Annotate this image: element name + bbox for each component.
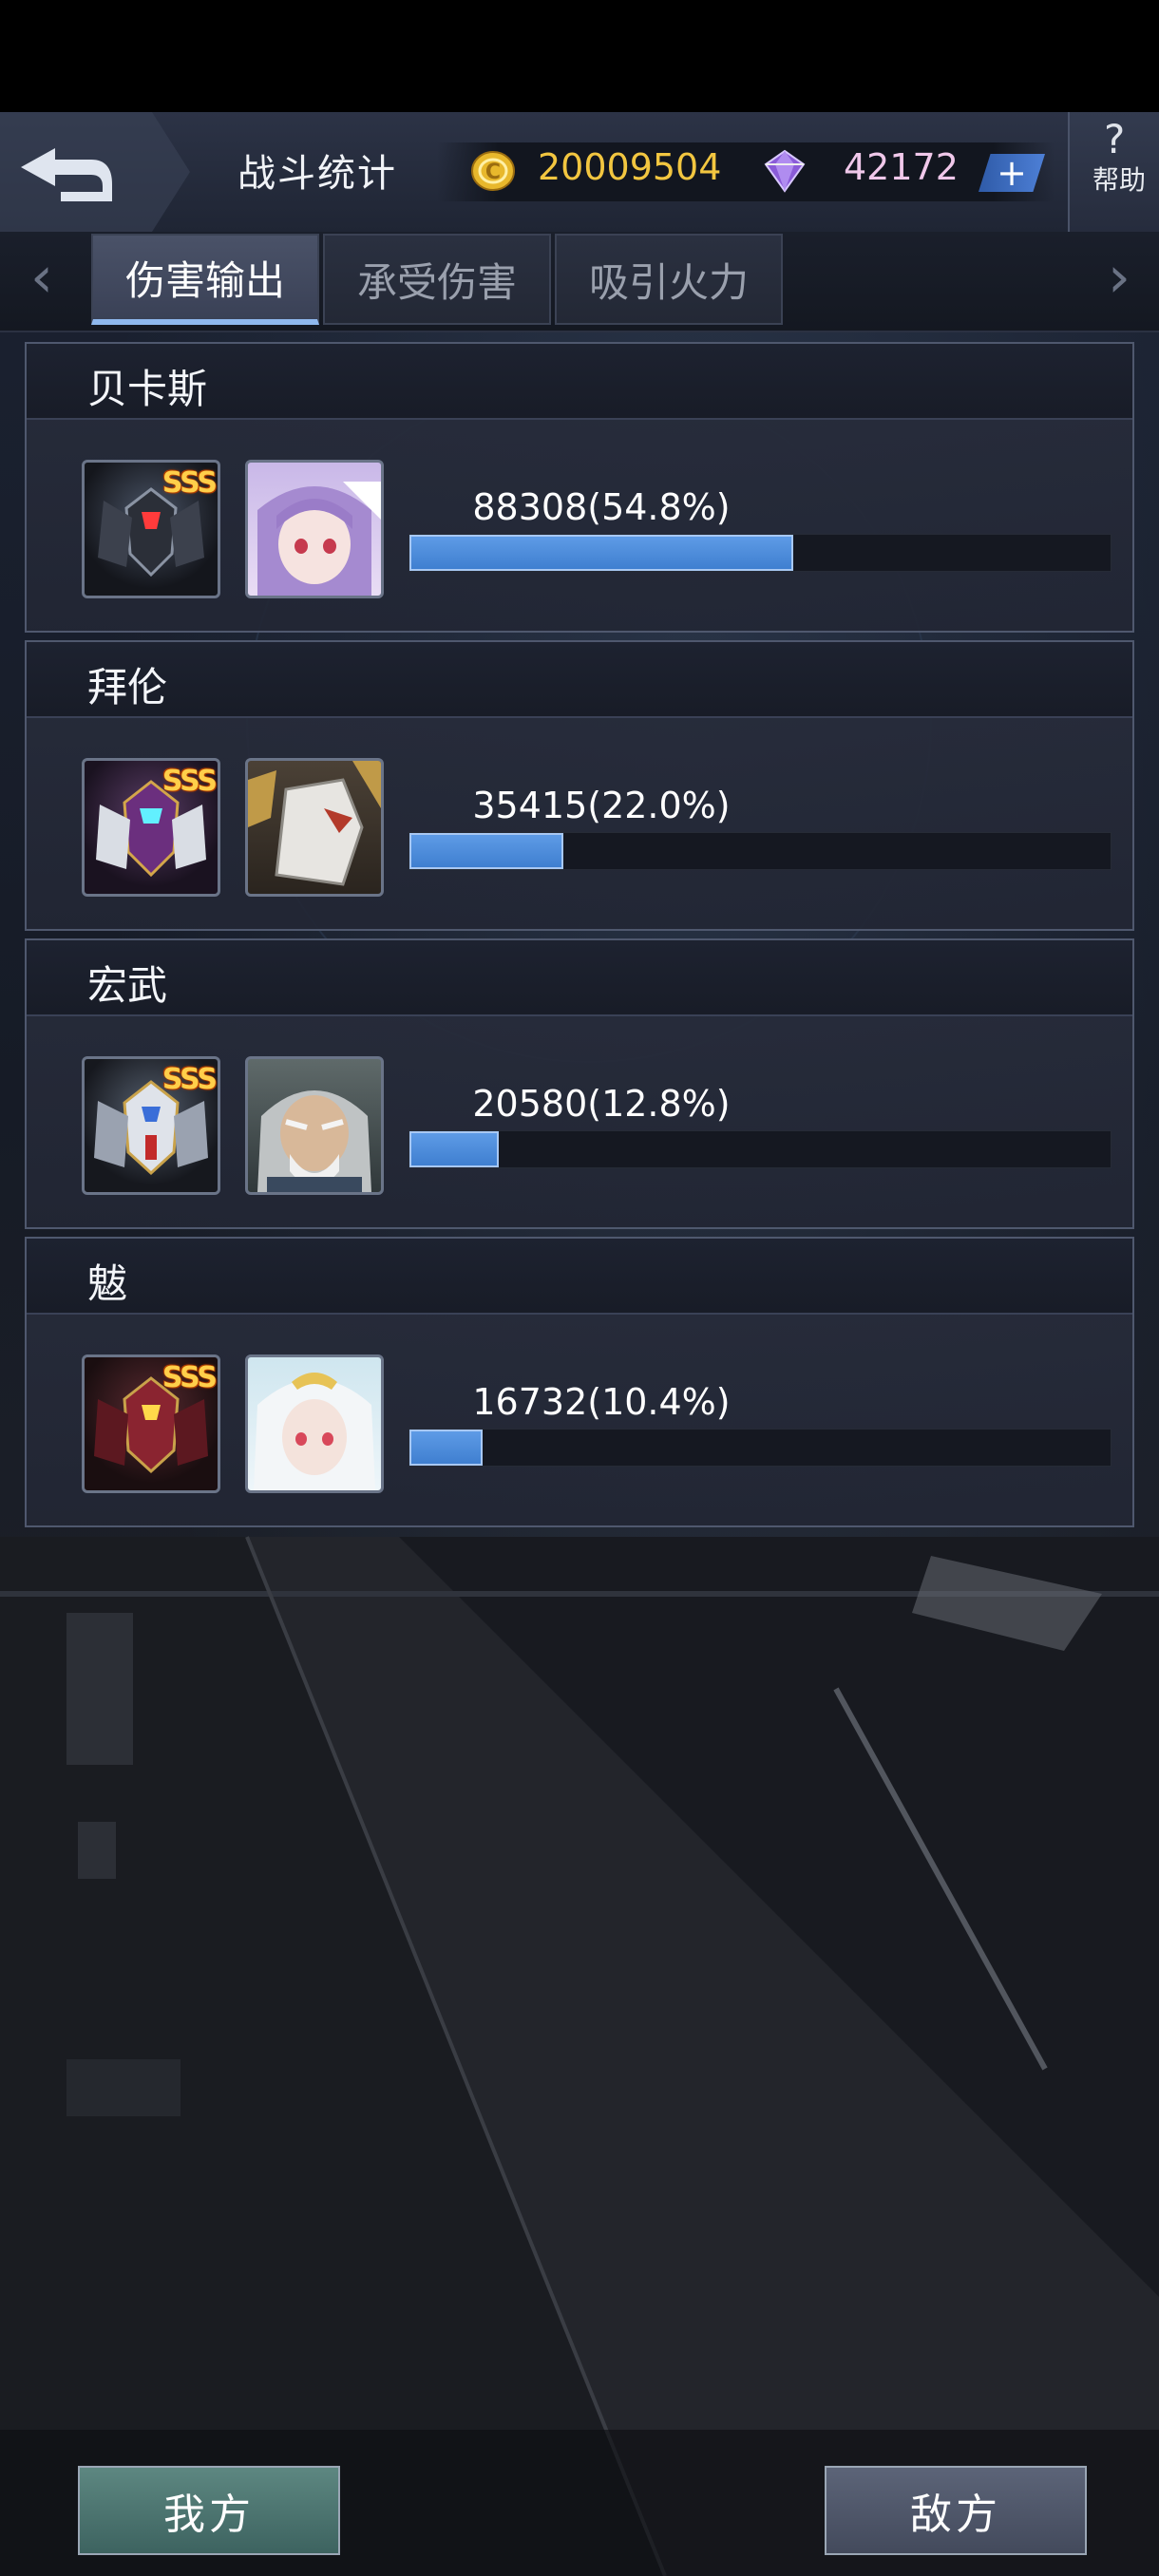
chevron-left-icon[interactable]: ‹ <box>21 249 63 312</box>
rank-badge: SSS <box>162 765 218 798</box>
pilot-avatar-icon <box>257 1090 371 1192</box>
damage-bar-track <box>408 534 1112 572</box>
damage-bar-fill <box>409 833 564 869</box>
rank-badge: SSS <box>162 466 218 500</box>
rank-badge: SSS <box>162 1361 218 1394</box>
damage-value: 20580(12.8%) <box>472 1083 731 1125</box>
back-button[interactable] <box>0 112 190 232</box>
damage-bar-track <box>408 1429 1112 1467</box>
damage-bar-fill <box>409 1430 483 1466</box>
rank-badge: SSS <box>162 1063 218 1096</box>
enemy-side-button[interactable]: 敌方 <box>825 2466 1087 2555</box>
pilot-avatar-icon <box>248 761 381 886</box>
hero-name: 魃 <box>87 1260 128 1307</box>
damage-bar-track <box>408 1130 1112 1168</box>
chevron-right-icon[interactable]: › <box>1098 249 1140 312</box>
pilot-avatar-icon <box>254 1373 375 1490</box>
mech-portrait[interactable]: SSS <box>82 758 220 897</box>
damage-bar-track <box>408 832 1112 870</box>
card-header <box>27 940 1132 1016</box>
help-label: 帮助 <box>1092 164 1147 196</box>
ally-side-button[interactable]: 我方 <box>78 2466 340 2555</box>
back-arrow-icon <box>0 112 190 232</box>
pilot-portrait[interactable] <box>245 460 384 598</box>
gem-amount: 42172 <box>844 146 959 188</box>
card-header <box>27 1239 1132 1315</box>
diamond-icon <box>762 149 808 193</box>
question-mark-icon: ? <box>1104 116 1126 162</box>
hero-stat-card: 宏武 SSS 20580(12.8%) <box>25 938 1134 1229</box>
hero-stat-card: 魃 SSS 16732(10.4%) <box>25 1237 1134 1527</box>
hero-name: 宏武 <box>87 962 168 1009</box>
currency-bar <box>437 142 1054 201</box>
svg-text:C: C <box>485 161 501 184</box>
hero-stat-card: 贝卡斯 SSS 88308(54.8%) <box>25 342 1134 633</box>
damage-bar-fill <box>409 535 794 571</box>
tab-damage-dealt[interactable]: 伤害输出 <box>91 234 319 325</box>
gold-amount: 20009504 <box>538 146 722 188</box>
damage-value: 88308(54.8%) <box>472 486 731 528</box>
damage-value: 16732(10.4%) <box>472 1381 731 1423</box>
pilot-portrait[interactable] <box>245 1354 384 1493</box>
tab-damage-taken[interactable]: 承受伤害 <box>323 234 551 325</box>
card-header <box>27 642 1132 718</box>
mech-portrait[interactable]: SSS <box>82 460 220 598</box>
page-title: 战斗统计 <box>238 152 397 196</box>
hero-stat-card: 拜伦 SSS 35415(22.0%) <box>25 640 1134 931</box>
mech-portrait[interactable]: SSS <box>82 1056 220 1195</box>
pilot-portrait[interactable] <box>245 1056 384 1195</box>
gold-coin-icon: C <box>469 149 517 193</box>
pilot-avatar-icon <box>257 482 381 596</box>
hero-name: 贝卡斯 <box>87 366 208 412</box>
mech-portrait[interactable]: SSS <box>82 1354 220 1493</box>
pilot-portrait[interactable] <box>245 758 384 897</box>
hero-name: 拜伦 <box>87 664 168 710</box>
damage-value: 35415(22.0%) <box>472 785 731 826</box>
damage-bar-fill <box>409 1131 500 1167</box>
tab-aggro[interactable]: 吸引火力 <box>555 234 783 325</box>
